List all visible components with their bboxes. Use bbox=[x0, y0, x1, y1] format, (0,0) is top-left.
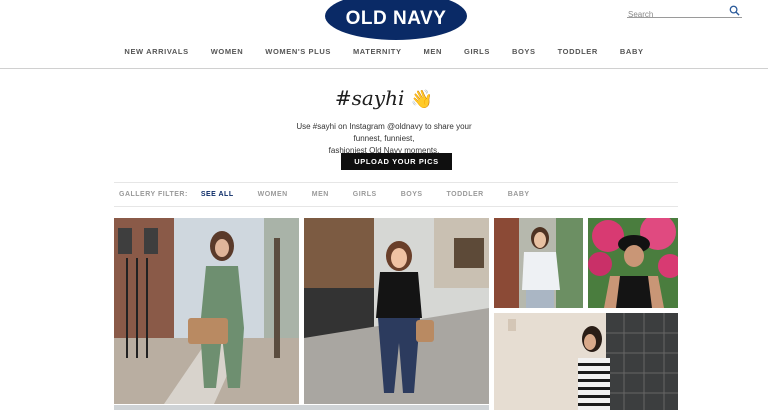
filter-boys[interactable]: BOYS bbox=[401, 191, 423, 198]
filter-men[interactable]: MEN bbox=[312, 191, 329, 198]
nav-girls[interactable]: GIRLS bbox=[464, 47, 490, 56]
tagline-line-1: Use #sayhi on Instagram @oldnavy to shar… bbox=[296, 122, 472, 143]
nav-womens-plus[interactable]: WOMEN'S PLUS bbox=[265, 47, 331, 56]
page-title: #sayhi 👋 bbox=[0, 86, 768, 110]
photo-woman-striped-shirt[interactable] bbox=[494, 313, 678, 410]
filter-see-all[interactable]: SEE ALL bbox=[201, 191, 234, 198]
search-box[interactable] bbox=[627, 4, 742, 21]
nav-toddler[interactable]: TODDLER bbox=[558, 47, 598, 56]
filter-women[interactable]: WOMEN bbox=[258, 191, 288, 198]
gallery-filter-label: GALLERY FILTER: bbox=[119, 191, 188, 198]
photo-woman-white-top[interactable] bbox=[494, 218, 583, 308]
filter-toddler[interactable]: TODDLER bbox=[447, 191, 484, 198]
nav-maternity[interactable]: MATERNITY bbox=[353, 47, 402, 56]
photo-woman-green-jumpsuit[interactable] bbox=[114, 218, 299, 404]
hero-tagline: Use #sayhi on Instagram @oldnavy to shar… bbox=[284, 121, 484, 157]
search-icon[interactable] bbox=[729, 5, 740, 16]
search-input[interactable] bbox=[627, 8, 723, 21]
hashtag-text: #sayhi bbox=[334, 86, 405, 110]
photo-woman-black-cap[interactable] bbox=[588, 218, 678, 308]
nav-men[interactable]: MEN bbox=[424, 47, 442, 56]
waving-hand-icon: 👋 bbox=[410, 89, 434, 110]
photo-woman-black-top-jeans[interactable] bbox=[304, 218, 489, 404]
filter-baby[interactable]: BABY bbox=[508, 191, 530, 198]
nav-new-arrivals[interactable]: NEW ARRIVALS bbox=[124, 47, 188, 56]
nav-boys[interactable]: BOYS bbox=[512, 47, 536, 56]
nav-baby[interactable]: BABY bbox=[620, 47, 644, 56]
logo-text: OLD NAVY bbox=[345, 8, 447, 29]
filter-girls[interactable]: GIRLS bbox=[353, 191, 377, 198]
main-nav: NEW ARRIVALS WOMEN WOMEN'S PLUS MATERNIT… bbox=[0, 47, 768, 56]
old-navy-logo[interactable]: OLD NAVY bbox=[325, 0, 467, 40]
gallery-filter-bar: GALLERY FILTER: SEE ALL WOMEN MEN GIRLS … bbox=[114, 182, 678, 207]
header-divider bbox=[0, 68, 768, 69]
upload-pics-button[interactable]: UPLOAD YOUR PICS bbox=[341, 153, 452, 170]
nav-women[interactable]: WOMEN bbox=[211, 47, 244, 56]
next-row-photo-edge bbox=[114, 405, 489, 410]
